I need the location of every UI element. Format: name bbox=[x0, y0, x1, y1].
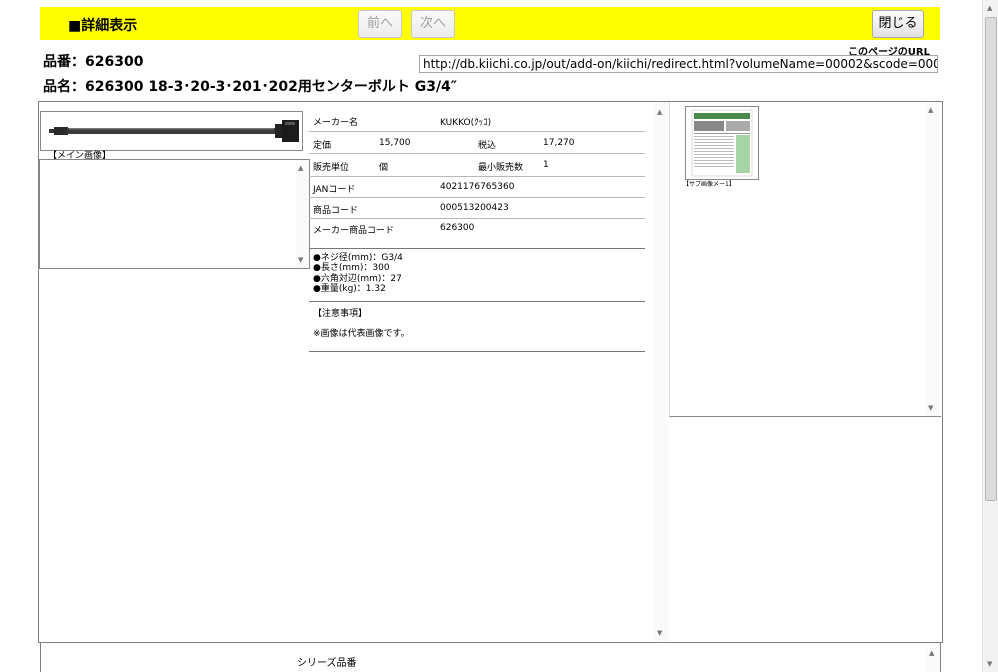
close-button[interactable]: 閉じる bbox=[872, 10, 924, 38]
spec-row-jan: JANコード 4021176765360 bbox=[309, 177, 645, 198]
scroll-up-icon[interactable]: ▲ bbox=[298, 164, 303, 172]
feature-item: ●六角対辺(mm)：27 bbox=[313, 274, 402, 284]
spec-value: 個 bbox=[379, 163, 389, 173]
spec-value: 15,700 bbox=[379, 138, 411, 148]
page: ■詳細表示 前へ 次へ 閉じる 品番：626300 品名：626300 18-3… bbox=[0, 0, 998, 672]
spec-table: メーカー名 KUKKO(ｸｯｺ) 定価 15,700 税込 17,270 販売単… bbox=[309, 109, 645, 352]
spec-label: 税込 bbox=[478, 141, 497, 151]
related-frame-scrollbar[interactable]: ▲ ▼ bbox=[296, 160, 309, 268]
spec-row-maker-code: メーカー商品コード 626300 bbox=[309, 219, 645, 249]
scroll-up-icon[interactable]: ▲ bbox=[657, 108, 662, 116]
series-scrollbar[interactable]: ▲ bbox=[927, 643, 940, 672]
sub-image-scrollbar[interactable]: ▲ ▼ bbox=[926, 102, 939, 416]
spec-row-maker: メーカー名 KUKKO(ｸｯｺ) bbox=[309, 109, 645, 132]
scroll-down-icon[interactable]: ▼ bbox=[928, 404, 933, 412]
notes-text: ※画像は代表画像です。 bbox=[313, 329, 410, 339]
series-label: シリーズ品番 bbox=[297, 658, 357, 669]
feature-list: ●ネジ径(mm)：G3/4 ●長さ(mm)：300 ●六角対辺(mm)：27 ●… bbox=[309, 249, 645, 302]
series-frame: シリーズ品番 ▲ bbox=[40, 643, 941, 672]
spec-value: 626300 bbox=[440, 223, 475, 233]
scroll-down-icon[interactable]: ▼ bbox=[657, 629, 662, 637]
feature-item: ●長さ(mm)：300 bbox=[313, 263, 390, 273]
spec-row-price: 定価 15,700 税込 17,270 bbox=[309, 132, 645, 154]
spec-value: 000513200423 bbox=[440, 203, 509, 213]
spec-label: 販売単位 bbox=[313, 163, 350, 173]
spec-row-unit: 販売単位 個 最小販売数 1 bbox=[309, 154, 645, 177]
sub-image-thumbnail[interactable] bbox=[685, 106, 759, 180]
spec-row-product-code: 商品コード 000513200423 bbox=[309, 198, 645, 219]
product-name: 品名：626300 18-3･20-3･201･202用センターボルト G3/4… bbox=[43, 79, 458, 95]
spec-label: JANコード bbox=[313, 185, 356, 195]
spec-value: KUKKO(ｸｯｺ) bbox=[440, 118, 492, 128]
spec-value: 4021176765360 bbox=[440, 182, 515, 192]
spec-value: 17,270 bbox=[543, 138, 575, 148]
page-scrollbar-thumb[interactable] bbox=[985, 17, 997, 501]
sub-image-caption: 【サブ画像メー1】 bbox=[683, 181, 735, 188]
sub-image-frame: 【サブ画像メー1】 ▲ ▼ bbox=[669, 102, 941, 417]
scroll-up-icon[interactable]: ▲ bbox=[929, 649, 934, 657]
center-bolt-image bbox=[49, 120, 299, 142]
spec-label: 最小販売数 bbox=[478, 163, 524, 173]
spec-label: 定価 bbox=[313, 141, 332, 151]
spec-value: 1 bbox=[543, 160, 549, 170]
page-scrollbar[interactable]: ▲ ▼ bbox=[982, 0, 998, 672]
feature-item: ●重量(kg)：1.32 bbox=[313, 284, 386, 294]
related-frame: ▲ ▼ bbox=[39, 159, 310, 269]
spec-label: メーカー名 bbox=[313, 118, 359, 128]
feature-item: ●ネジ径(mm)：G3/4 bbox=[313, 253, 403, 263]
scroll-down-icon[interactable]: ▼ bbox=[987, 660, 992, 668]
scroll-down-icon[interactable]: ▼ bbox=[298, 256, 303, 264]
spec-label: 商品コード bbox=[313, 206, 359, 216]
scroll-up-icon[interactable]: ▲ bbox=[987, 4, 992, 12]
page-title: ■詳細表示 bbox=[68, 18, 138, 34]
notes-heading: 【注意事項】 bbox=[313, 309, 368, 319]
header-bar: ■詳細表示 前へ 次へ 閉じる bbox=[40, 7, 940, 40]
page-url-field[interactable]: http://db.kiichi.co.jp/out/add-on/kiichi… bbox=[419, 55, 938, 73]
notes-section: 【注意事項】 ※画像は代表画像です。 bbox=[309, 302, 645, 352]
main-image-box[interactable]: 【メイン画像】 bbox=[40, 111, 303, 161]
scroll-up-icon[interactable]: ▲ bbox=[928, 106, 933, 114]
spec-label: メーカー商品コード bbox=[313, 226, 395, 236]
catalog-page-image bbox=[691, 109, 753, 177]
next-button[interactable]: 次へ bbox=[411, 10, 455, 38]
product-number: 品番：626300 bbox=[43, 54, 144, 70]
detail-scrollbar[interactable]: ▲ ▼ bbox=[655, 102, 668, 642]
prev-button[interactable]: 前へ bbox=[358, 10, 402, 38]
detail-frame: 【メイン画像】 ▲ ▼ メーカー名 KUKKO(ｸｯｺ) 定価 15,700 税… bbox=[38, 101, 943, 643]
